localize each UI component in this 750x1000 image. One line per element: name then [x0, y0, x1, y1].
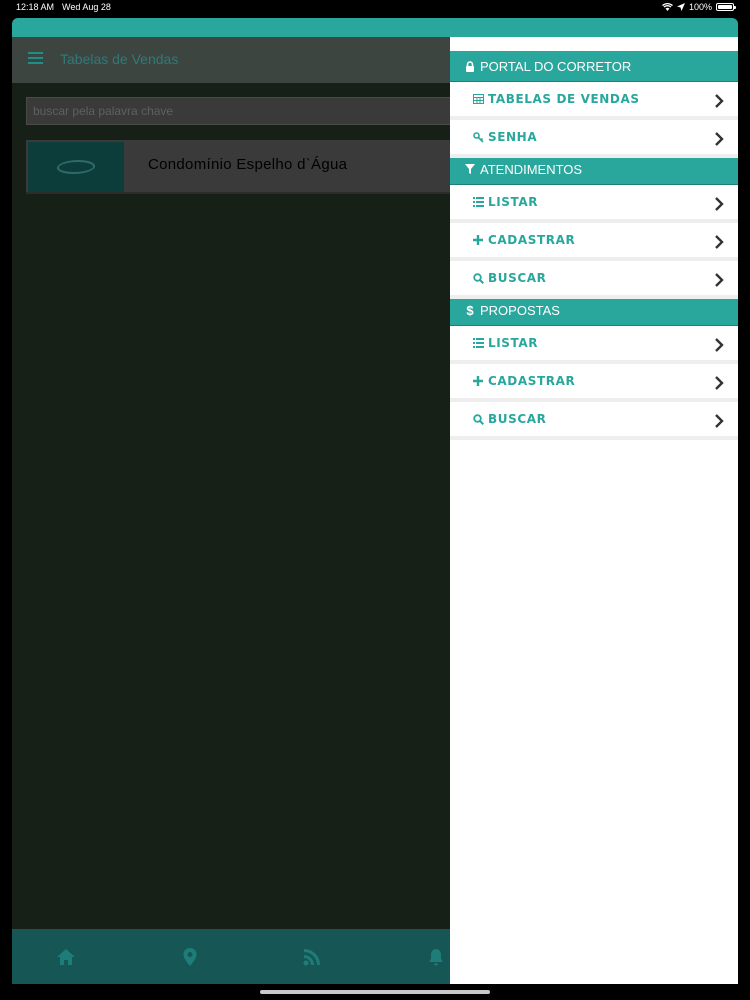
home-indicator[interactable]	[260, 990, 490, 994]
menu-item-atendimentos-buscar[interactable]: BUSCAR	[450, 261, 738, 299]
home-icon[interactable]	[56, 947, 76, 967]
menu-item-label: LISTAR	[488, 195, 539, 209]
menu-item-atendimentos-cadastrar[interactable]: CADASTRAR	[450, 223, 738, 261]
menu-item-propostas-listar[interactable]: LISTAR	[450, 326, 738, 364]
property-logo	[54, 160, 98, 174]
property-thumbnail	[28, 142, 124, 192]
bell-icon[interactable]	[426, 947, 446, 967]
status-date: Wed Aug 28	[62, 2, 111, 12]
property-card[interactable]: Condomínio Espelho d`Água	[26, 140, 466, 194]
search-icon	[472, 413, 484, 425]
page-title: Tabelas de Vendas	[60, 51, 179, 67]
chevron-right-icon	[715, 273, 724, 287]
section-title: PROPOSTAS	[480, 302, 560, 318]
battery-percent: 100%	[688, 2, 712, 12]
section-portal-do-corretor: PORTAL DO CORRETOR	[450, 51, 738, 82]
chevron-right-icon	[715, 338, 724, 352]
menu-item-label: SENHA	[488, 130, 538, 144]
menu-item-senha[interactable]: SENHA	[450, 120, 738, 158]
section-title: PORTAL DO CORRETOR	[480, 58, 632, 74]
key-icon	[472, 131, 484, 143]
menu-item-label: TABELAS DE VENDAS	[488, 92, 640, 106]
chevron-right-icon	[715, 235, 724, 249]
chevron-right-icon	[715, 414, 724, 428]
menu-item-label: LISTAR	[488, 336, 539, 350]
table-icon	[472, 93, 484, 105]
menu-item-label: CADASTRAR	[488, 374, 576, 388]
status-time: 12:18 AM	[16, 2, 55, 12]
menu-item-tabelas-de-vendas[interactable]: TABELAS DE VENDAS	[450, 82, 738, 120]
status-bar: 12:18 AM Wed Aug 28 100%	[0, 0, 750, 16]
chevron-right-icon	[715, 132, 724, 146]
plus-icon	[472, 375, 484, 387]
menu-item-propostas-cadastrar[interactable]: CADASTRAR	[450, 364, 738, 402]
menu-item-label: BUSCAR	[488, 271, 547, 285]
section-atendimentos: ATENDIMENTOS	[450, 154, 738, 185]
battery-icon	[716, 3, 736, 11]
filter-icon	[464, 163, 476, 175]
list-icon	[472, 337, 484, 349]
status-indicators: 100%	[661, 2, 736, 12]
menu-item-label: CADASTRAR	[488, 233, 576, 247]
list-icon	[472, 196, 484, 208]
location-pin-icon[interactable]	[180, 947, 200, 967]
side-drawer: PORTAL DO CORRETOR TABELAS DE VENDAS SEN…	[450, 37, 738, 984]
menu-item-propostas-buscar[interactable]: BUSCAR	[450, 402, 738, 440]
drawer-top-spacer	[450, 37, 738, 51]
section-propostas: $ PROPOSTAS	[450, 295, 738, 326]
hamburger-menu-icon[interactable]	[28, 52, 43, 64]
menu-item-label: BUSCAR	[488, 412, 547, 426]
menu-item-atendimentos-listar[interactable]: LISTAR	[450, 185, 738, 223]
section-title: ATENDIMENTOS	[480, 161, 583, 177]
app-topbar	[12, 18, 738, 37]
chevron-right-icon	[715, 197, 724, 211]
location-arrow-icon	[676, 3, 685, 11]
property-title: Condomínio Espelho d`Água	[148, 156, 348, 173]
search-input[interactable]	[27, 98, 465, 124]
search-bar[interactable]	[26, 97, 466, 125]
plus-icon	[472, 234, 484, 246]
search-icon	[472, 272, 484, 284]
lock-icon	[464, 60, 476, 72]
wifi-icon	[661, 3, 673, 11]
chevron-right-icon	[715, 376, 724, 390]
dollar-icon: $	[466, 302, 474, 318]
chevron-right-icon	[715, 94, 724, 108]
rss-icon[interactable]	[302, 947, 322, 967]
